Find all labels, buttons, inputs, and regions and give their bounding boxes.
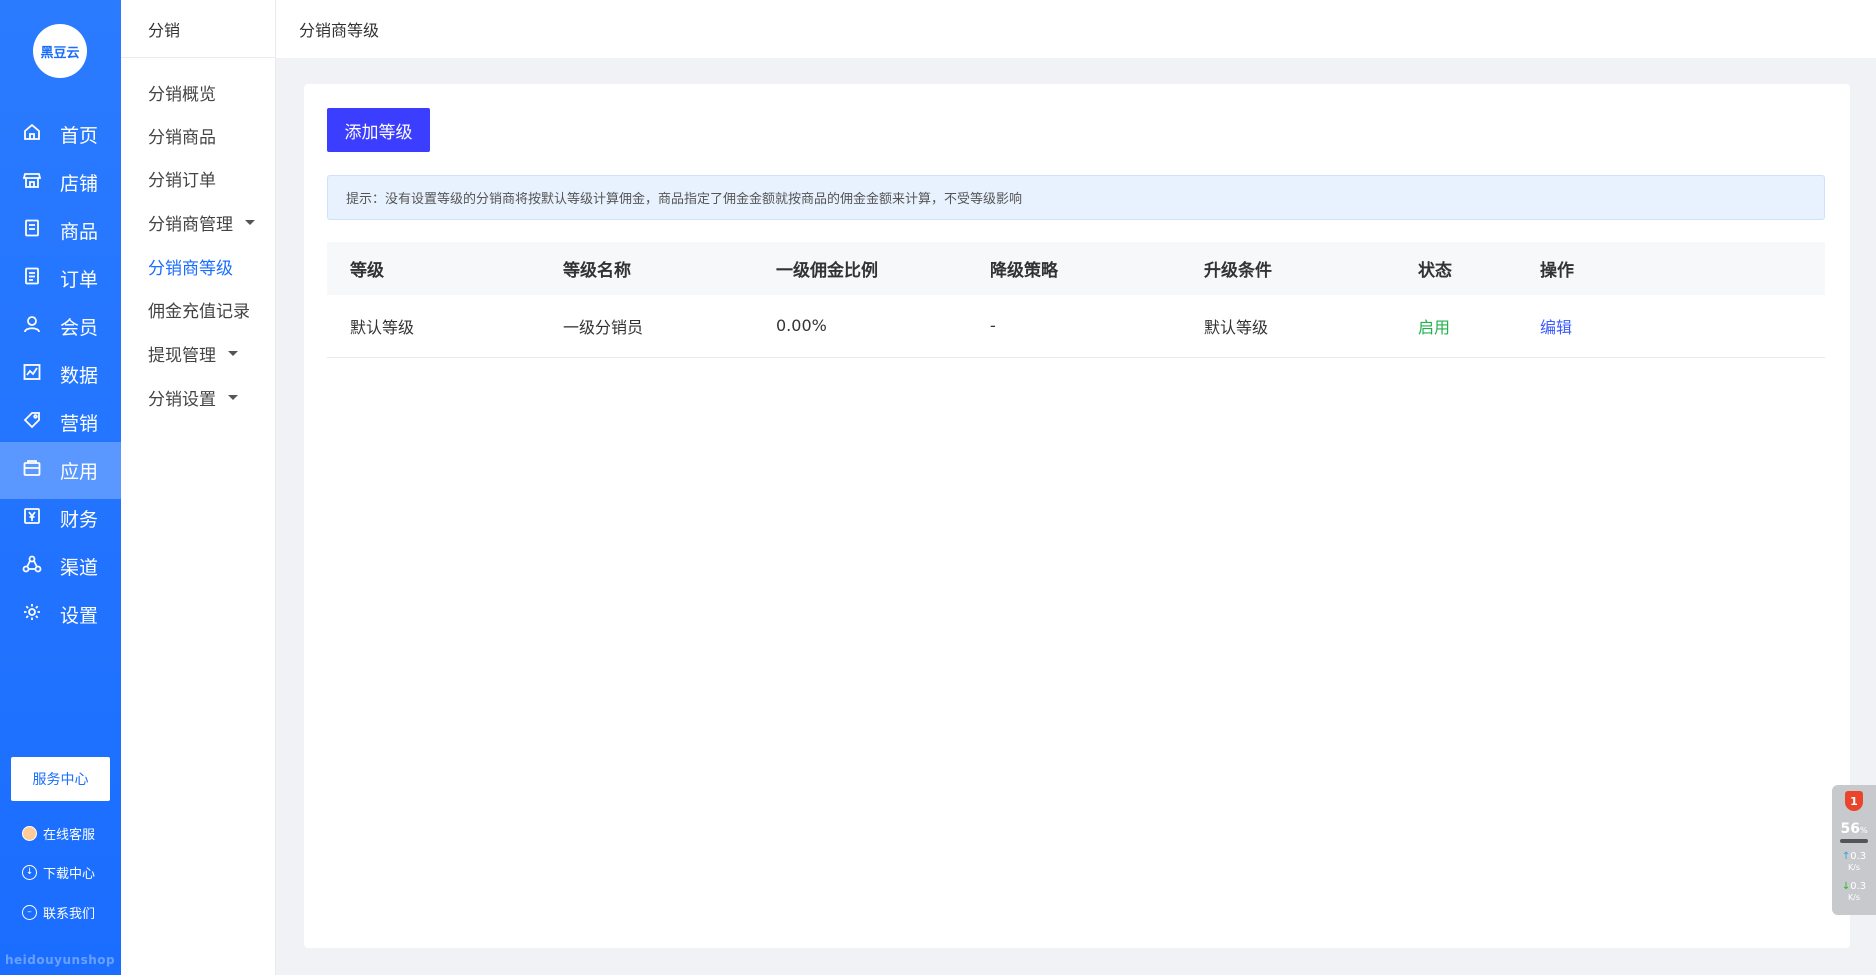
column-header: 等级名称 [540,242,753,295]
download-rate: ↓0.3 K/s [1842,881,1866,903]
table-header-row: 等级 等级名称 一级佣金比例 降级策略 升级条件 状态 操作 [327,242,1825,295]
sub-item-label: 分销设置 [148,390,216,410]
cell-action: 编辑 [1517,295,1825,358]
secondary-sidebar: 分销 分销概览 分销商品 分销订单 分销商管理 分销商等级 佣金充值记录 提现管… [121,0,276,975]
link-label: 下载中心 [43,867,96,882]
up-arrow-icon: ↑ [1841,851,1851,862]
nav-label: 渠道 [60,557,99,579]
down-unit: K/s [1847,893,1861,902]
chart-icon [22,362,42,387]
up-value: 0.3 [1850,851,1867,862]
cell-rate: 0.00% [753,295,967,358]
avatar-icon [22,826,37,841]
down-value: 0.3 [1850,881,1867,892]
sub-item-label: 分销商品 [148,128,216,148]
product-icon [22,218,42,243]
nav-label: 财务 [60,509,99,531]
level-table: 等级 等级名称 一级佣金比例 降级策略 升级条件 状态 操作 默认等级 一级分销… [327,242,1825,358]
sub-item-overview[interactable]: 分销概览 [148,80,216,105]
performance-bar [1840,839,1868,843]
up-unit: K/s [1847,863,1861,872]
app-icon [22,458,42,483]
nav-label: 首页 [60,125,99,147]
nav-label: 应用 [60,461,99,483]
column-header: 操作 [1517,242,1825,295]
chevron-down-icon [228,351,238,356]
cell-name: 一级分销员 [540,295,753,358]
cell-status: 启用 [1395,295,1517,358]
nav-label: 商品 [60,221,99,243]
online-support-link[interactable]: 在线客服 [22,824,95,843]
finance-icon [22,506,42,531]
upload-rate: ↑0.3 K/s [1842,851,1866,873]
brand-watermark: heidouyunshop [5,953,116,967]
chevron-down-icon [228,395,238,400]
main-card: 添加等级 提示：没有设置等级的分销商将按默认等级计算佣金，商品指定了佣金金额就按… [304,84,1850,948]
sub-item-orders[interactable]: 分销订单 [148,166,216,191]
down-arrow-icon: ↓ [1841,881,1851,892]
performance-widget[interactable]: 1 56% ↑0.3 K/s ↓0.3 K/s [1832,785,1876,915]
link-label: 在线客服 [43,828,96,843]
home-icon [22,122,42,147]
column-header: 等级 [327,242,540,295]
sub-item-withdrawal[interactable]: 提现管理 [148,341,238,366]
tip-box: 提示：没有设置等级的分销商将按默认等级计算佣金，商品指定了佣金金额就按商品的佣金… [327,175,1825,220]
store-icon [22,170,42,195]
nav-label: 数据 [60,365,99,387]
sub-item-label: 分销商管理 [148,215,233,235]
column-header: 升级条件 [1181,242,1395,295]
contact-us-link[interactable]: – 联系我们 [22,903,95,922]
percent-value: 56 [1840,821,1860,837]
cell-upgrade: 默认等级 [1181,295,1395,358]
download-center-link[interactable]: ↓ 下载中心 [22,863,95,882]
link-label: 联系我们 [43,907,96,922]
sub-item-label: 提现管理 [148,346,216,366]
nav-label: 设置 [60,605,99,627]
column-header: 降级策略 [967,242,1181,295]
column-header: 一级佣金比例 [753,242,967,295]
performance-percent: 56% [1840,821,1867,837]
tip-text: 提示：没有设置等级的分销商将按默认等级计算佣金，商品指定了佣金金额就按商品的佣金… [346,192,1023,207]
table-row: 默认等级 一级分销员 0.00% - 默认等级 启用 编辑 [327,295,1825,358]
nav-item-settings[interactable]: 设置 [0,586,121,643]
nav-label: 店铺 [60,173,99,195]
channel-icon [22,554,42,579]
sub-item-label: 分销订单 [148,171,216,191]
sub-item-commission-recharge[interactable]: 佣金充值记录 [148,297,250,322]
service-center-button[interactable]: 服务中心 [11,757,110,801]
percent-unit: % [1859,826,1868,835]
sub-item-label: 分销商等级 [148,259,233,279]
logo[interactable]: 黑豆云 [33,24,87,78]
page-title: 分销商等级 [299,21,380,40]
shield-icon: 1 [1845,791,1863,811]
contact-icon: – [22,905,37,920]
tag-icon [22,410,42,435]
sub-item-distributor-management[interactable]: 分销商管理 [148,210,255,235]
primary-sidebar: 黑豆云 首页 店铺 商品 订单 会员 数据 营销 应用 财务 渠道 设置 服务中… [0,0,121,975]
cell-downgrade: - [967,295,1181,358]
member-icon [22,314,42,339]
secondary-title: 分销 [121,0,275,58]
page-header: 分销商等级 [276,0,1876,58]
sub-item-distributor-level[interactable]: 分销商等级 [148,254,233,279]
sub-item-label: 分销概览 [148,85,216,105]
download-icon: ↓ [22,865,37,880]
gear-icon [22,602,42,627]
edit-link[interactable]: 编辑 [1540,318,1572,337]
sub-item-settings[interactable]: 分销设置 [148,385,238,410]
column-header: 状态 [1395,242,1517,295]
nav-label: 会员 [60,317,99,339]
status-badge: 启用 [1418,317,1451,337]
sub-item-products[interactable]: 分销商品 [148,123,216,148]
add-level-button[interactable]: 添加等级 [327,108,430,152]
nav-label: 订单 [60,269,99,291]
nav-label: 营销 [60,413,99,435]
cell-level: 默认等级 [327,295,540,358]
chevron-down-icon [245,220,255,225]
sub-item-label: 佣金充值记录 [148,302,250,322]
order-icon [22,266,42,291]
